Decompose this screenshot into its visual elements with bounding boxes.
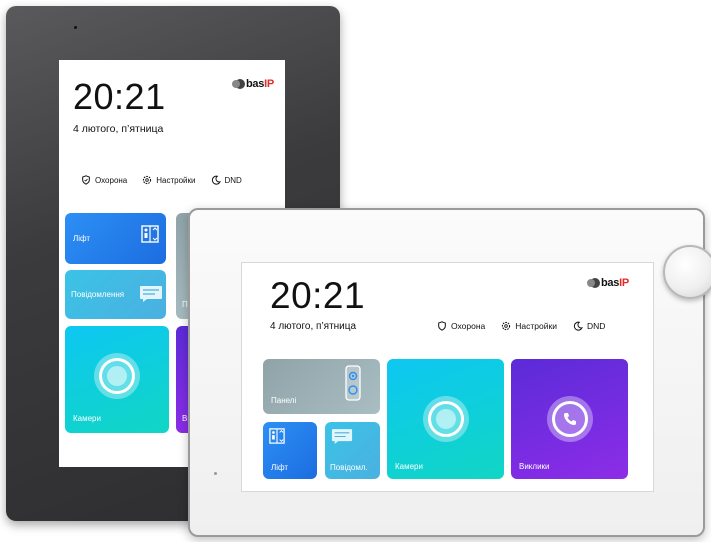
lift-tile[interactable]: Ліфт bbox=[263, 422, 317, 479]
bas-ip-logo: bas IP bbox=[587, 277, 629, 289]
elevator-icon bbox=[141, 225, 159, 243]
camera-lens bbox=[74, 26, 77, 29]
lift-label: Ліфт bbox=[271, 463, 289, 472]
dnd-toggle[interactable]: DND bbox=[573, 321, 605, 331]
clock-date: 4 лютого, п’ятница bbox=[73, 123, 164, 135]
bas-ip-logo: bas IP bbox=[232, 78, 274, 90]
panels-label: Панелі bbox=[271, 396, 297, 405]
camera-icon bbox=[423, 396, 469, 442]
clock-time: 20:21 bbox=[73, 76, 166, 117]
messages-tile[interactable]: Повідомлення bbox=[65, 270, 166, 319]
calls-tile[interactable]: Виклики bbox=[511, 359, 628, 479]
security-toggle[interactable]: Охорона bbox=[81, 175, 127, 185]
elevator-icon bbox=[269, 428, 285, 444]
camera-icon bbox=[94, 353, 140, 399]
cameras-tile[interactable]: Камери bbox=[65, 326, 169, 433]
gear-icon bbox=[502, 321, 511, 331]
status-bar: Охорона Настройки DND bbox=[437, 321, 605, 331]
calls-label: Виклики bbox=[519, 462, 550, 471]
shield-icon bbox=[82, 175, 90, 185]
lift-tile[interactable]: Ліфт bbox=[65, 213, 166, 264]
settings-button[interactable]: Настройки bbox=[142, 175, 196, 185]
status-bar: Охорона Настройки DND bbox=[81, 175, 242, 185]
messages-tile[interactable]: Повідомл. bbox=[325, 422, 380, 479]
phone-icon bbox=[547, 396, 593, 442]
lift-label: Ліфт bbox=[73, 234, 91, 243]
dnd-toggle[interactable]: DND bbox=[211, 175, 242, 185]
moon-icon bbox=[211, 175, 221, 185]
settings-button[interactable]: Настройки bbox=[501, 321, 557, 331]
messages-label: Повідомлення bbox=[71, 290, 125, 299]
cameras-label: Камери bbox=[73, 414, 101, 423]
clock-date: 4 лютого, п’ятница bbox=[270, 321, 357, 332]
message-icon bbox=[140, 286, 162, 302]
message-icon bbox=[331, 429, 353, 444]
moon-icon bbox=[573, 321, 583, 331]
cameras-tile[interactable]: Камери bbox=[387, 359, 504, 479]
status-led bbox=[214, 472, 217, 475]
control-knob[interactable] bbox=[663, 245, 711, 299]
clock-time: 20:21 bbox=[270, 275, 366, 316]
messages-label: Повідомл. bbox=[330, 463, 368, 472]
gear-icon bbox=[143, 175, 152, 185]
intercom-panel-icon bbox=[345, 365, 361, 401]
white-device-screen: 20:21 4 лютого, п’ятница bas IP Охорона Н… bbox=[241, 262, 654, 492]
cameras-label: Камери bbox=[395, 462, 423, 471]
security-toggle[interactable]: Охорона bbox=[437, 321, 485, 331]
panels-tile[interactable]: Панелі bbox=[263, 359, 380, 414]
shield-icon bbox=[438, 321, 446, 331]
